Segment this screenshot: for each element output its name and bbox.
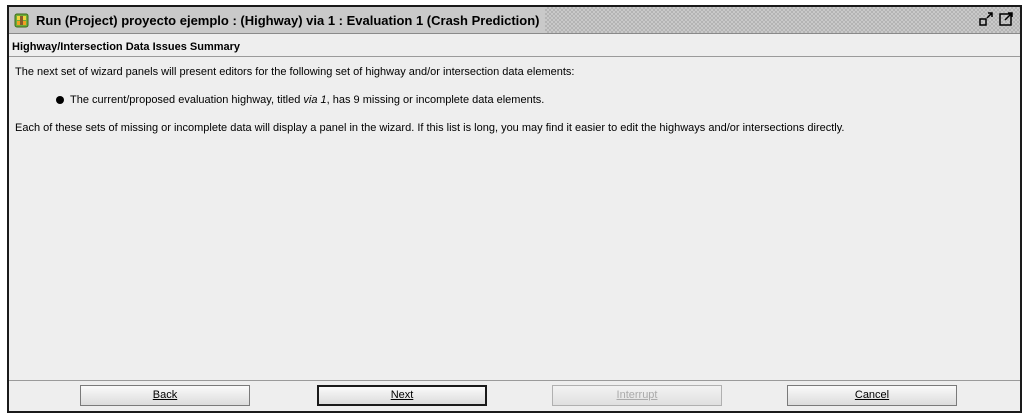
section-header: Highway/Intersection Data Issues Summary [9, 40, 1020, 57]
next-button[interactable]: Next [317, 385, 487, 406]
maximize-icon[interactable] [998, 11, 1014, 27]
cancel-button[interactable]: Cancel [787, 385, 957, 406]
bullet-item: The current/proposed evaluation highway,… [56, 94, 544, 106]
app-icon [14, 13, 29, 27]
back-button[interactable]: Back [80, 385, 250, 406]
window-controls [978, 11, 1014, 27]
wizard-window: Run (Project) proyecto ejemplo : (Highwa… [7, 5, 1022, 413]
interrupt-button[interactable]: Interrupt [552, 385, 722, 406]
bullet-prefix: The current/proposed evaluation highway,… [70, 94, 304, 106]
next-button-label: Next [390, 389, 414, 401]
bullet-text: The current/proposed evaluation highway,… [70, 94, 544, 106]
footer-note: Each of these sets of missing or incompl… [15, 122, 845, 134]
back-button-label: Back [152, 389, 178, 401]
title-bar[interactable]: Run (Project) proyecto ejemplo : (Highwa… [9, 7, 1020, 34]
title-wrap: Run (Project) proyecto ejemplo : (Highwa… [9, 7, 546, 33]
window-title: Run (Project) proyecto ejemplo : (Highwa… [36, 12, 540, 28]
intro-text: The next set of wizard panels will prese… [15, 66, 575, 78]
button-bar: Back Next Interrupt Cancel [9, 380, 1020, 411]
bullet-suffix: , has 9 missing or incomplete data eleme… [326, 94, 545, 106]
interrupt-button-label: Interrupt [616, 389, 658, 401]
cancel-button-label: Cancel [854, 389, 890, 401]
bullet-icon [56, 96, 64, 104]
minimize-icon[interactable] [978, 11, 994, 27]
highway-name: via 1 [303, 94, 327, 106]
